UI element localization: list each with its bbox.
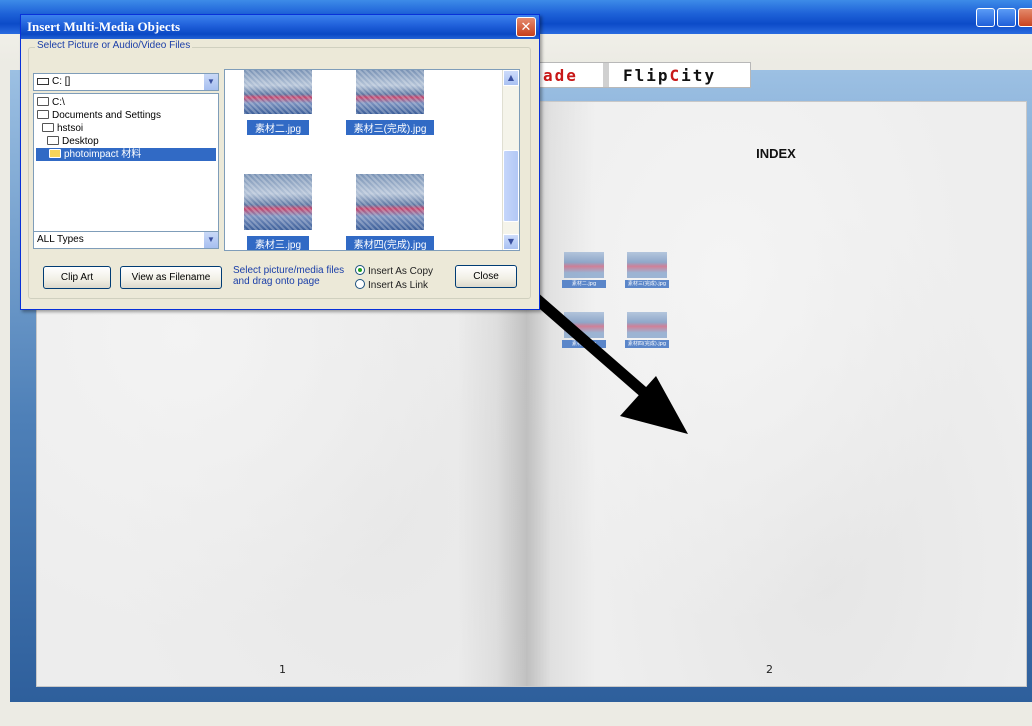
- insert-as-link-option[interactable]: Insert As Link: [355, 279, 428, 292]
- file-type-value: ALL Types: [37, 234, 84, 245]
- dialog-title: Insert Multi-Media Objects: [27, 19, 181, 34]
- folder-item[interactable]: hstsoi: [42, 122, 83, 135]
- group-label: Select Picture or Audio/Video Files: [35, 40, 193, 51]
- chevron-down-icon[interactable]: ▼: [203, 74, 218, 90]
- view-as-filename-button[interactable]: View as Filename: [120, 266, 222, 289]
- folder-tree[interactable]: C:\ Documents and Settings hstsoi Deskto…: [33, 93, 219, 239]
- maximize-button[interactable]: [997, 8, 1016, 27]
- banner-text-left: ade: [543, 66, 578, 85]
- folder-item[interactable]: C:\: [37, 96, 65, 109]
- index-title: INDEX: [756, 146, 796, 161]
- drag-hint: Select picture/media files and drag onto…: [233, 265, 344, 287]
- dialog-titlebar[interactable]: Insert Multi-Media Objects ✕: [21, 15, 539, 39]
- folder-item-selected[interactable]: photoimpact 材料: [36, 148, 216, 161]
- insert-multimedia-dialog: Insert Multi-Media Objects ✕ Select Pict…: [20, 14, 540, 310]
- folder-item[interactable]: Documents and Settings: [37, 109, 161, 122]
- page-number-right: 2: [766, 663, 773, 676]
- file-thumbnail[interactable]: 素材三.jpg: [243, 174, 313, 250]
- app-close-button[interactable]: [1018, 8, 1032, 27]
- drag-hint-line1: Select picture/media files: [233, 265, 345, 276]
- minimize-button[interactable]: [976, 8, 995, 27]
- close-button[interactable]: Close: [455, 265, 517, 288]
- chevron-down-icon[interactable]: ▼: [203, 232, 218, 248]
- status-bar: [0, 702, 1032, 726]
- folder-icon: [49, 149, 61, 158]
- file-type-select[interactable]: ALL Types ▼: [33, 231, 219, 249]
- banner-c: C: [669, 66, 682, 85]
- banner-flip: Flip: [623, 66, 670, 85]
- dialog-close-button[interactable]: ✕: [516, 17, 536, 37]
- insert-as-copy-option[interactable]: Insert As Copy: [355, 265, 433, 278]
- file-thumbnail[interactable]: 素材三(完成).jpg: [345, 70, 435, 135]
- page-number-left: 1: [279, 663, 286, 676]
- folder-item[interactable]: Desktop: [47, 135, 99, 148]
- radio-icon[interactable]: [355, 279, 365, 289]
- drive-value: C: []: [52, 76, 71, 87]
- scroll-up-icon[interactable]: ▲: [503, 70, 519, 86]
- file-thumbnail[interactable]: 素材二.jpg: [243, 70, 313, 135]
- radio-icon[interactable]: [355, 265, 365, 275]
- drive-icon: [37, 78, 49, 85]
- folder-icon: [42, 123, 54, 132]
- scrollbar-thumb[interactable]: [503, 150, 519, 222]
- folder-icon: [47, 136, 59, 145]
- folder-icon: [37, 97, 49, 106]
- clip-art-button[interactable]: Clip Art: [43, 266, 111, 289]
- scroll-down-icon[interactable]: ▼: [503, 234, 519, 250]
- folder-icon: [37, 110, 49, 119]
- banner-text-flipcity: FlipCity: [623, 66, 716, 85]
- banner-ity: ity: [681, 66, 717, 85]
- banner-separator: [603, 63, 609, 87]
- file-thumbnail[interactable]: 素材四(完成).jpg: [345, 174, 435, 250]
- drive-select[interactable]: C: [] ▼: [33, 73, 219, 91]
- drag-hint-line2: and drag onto page: [233, 276, 320, 287]
- brand-banner: ade FlipCity: [536, 62, 751, 88]
- file-view-scrollbar[interactable]: ▲ ▼: [502, 70, 519, 250]
- file-thumbnail-view[interactable]: 素材二.jpg 素材三(完成).jpg 素材三.jpg 素材四(完成).jpg …: [224, 69, 520, 251]
